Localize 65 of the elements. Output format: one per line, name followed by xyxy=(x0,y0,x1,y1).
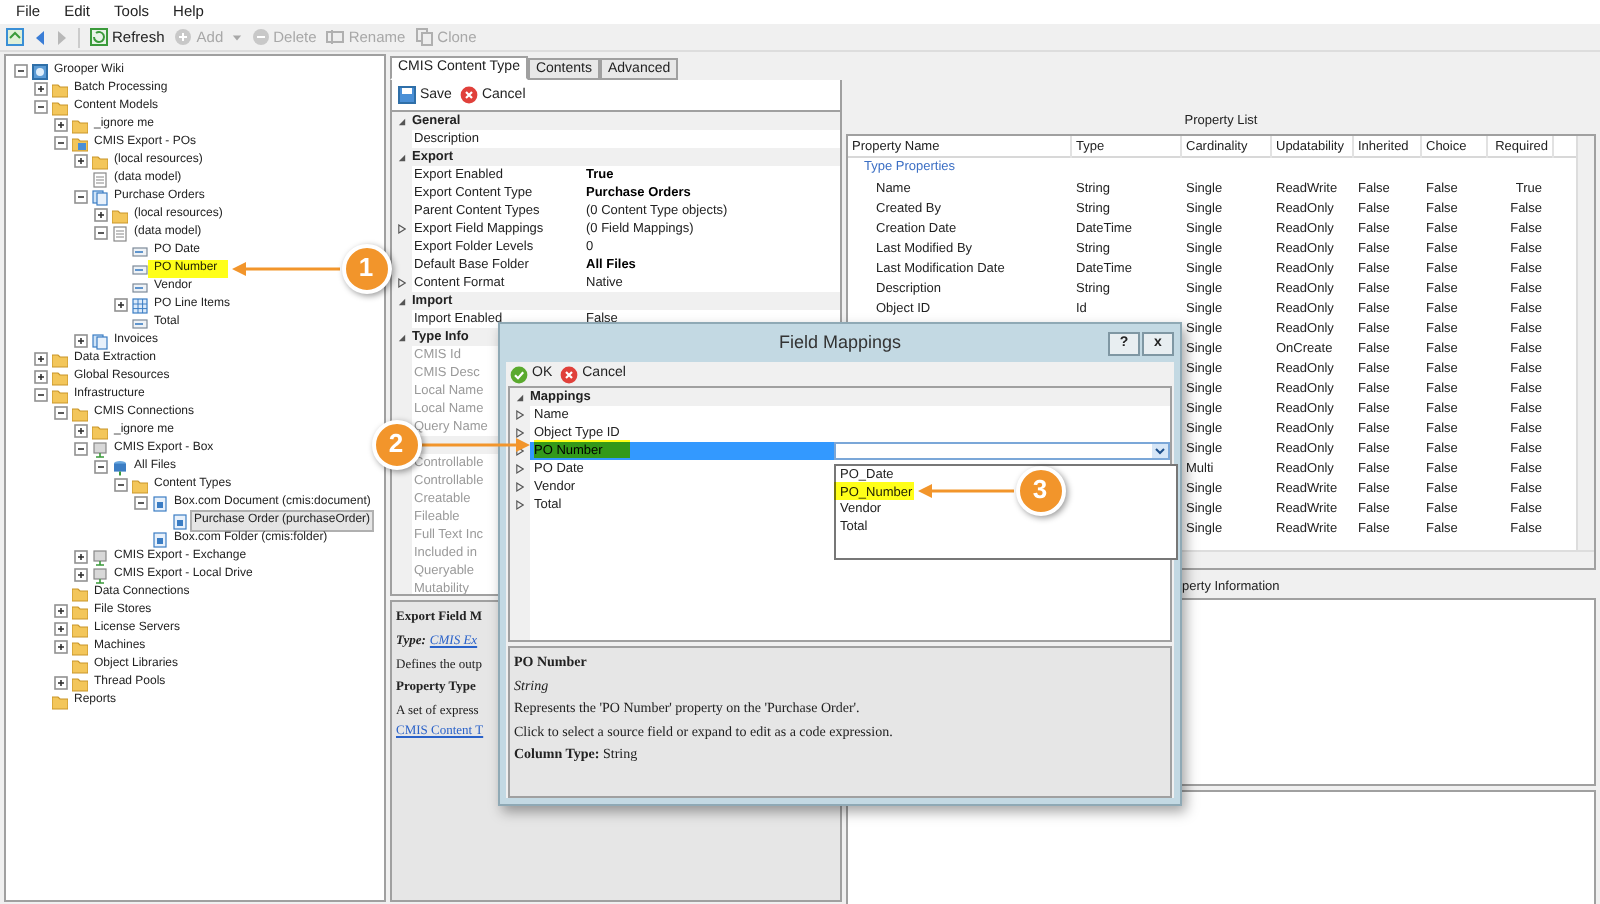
expand-icon[interactable] xyxy=(74,550,88,564)
caret-icon[interactable] xyxy=(1152,444,1168,458)
expand-icon[interactable] xyxy=(54,676,68,690)
source-field-dropdown[interactable] xyxy=(834,442,1170,460)
expand-icon[interactable] xyxy=(114,298,128,312)
folder-icon xyxy=(112,207,128,223)
collapse-icon[interactable] xyxy=(34,100,48,114)
collapse-icon[interactable] xyxy=(398,117,406,125)
server-icon xyxy=(92,441,108,457)
field-icon xyxy=(132,315,148,331)
vertical-scrollbar[interactable] xyxy=(1576,136,1594,550)
collapse-icon[interactable] xyxy=(94,460,108,474)
expand-icon[interactable] xyxy=(74,424,88,438)
expand-icon[interactable] xyxy=(54,604,68,618)
callout-arrow xyxy=(918,483,1014,497)
collapse-icon[interactable] xyxy=(34,388,48,402)
caret-icon xyxy=(231,33,242,41)
collapse-icon[interactable] xyxy=(516,393,524,401)
expand-icon[interactable] xyxy=(54,640,68,654)
collapse-icon[interactable] xyxy=(54,136,68,150)
save-icon xyxy=(398,86,416,104)
rename-icon xyxy=(326,28,345,46)
expand-icon[interactable] xyxy=(34,352,48,366)
cancel-icon xyxy=(459,86,478,104)
add-icon xyxy=(174,28,193,46)
back-icon[interactable] xyxy=(34,29,46,45)
highlight-marker xyxy=(834,482,914,500)
refresh-icon xyxy=(90,28,108,46)
callout-arrow xyxy=(422,437,530,451)
home-icon[interactable] xyxy=(6,28,24,46)
globe-icon xyxy=(32,63,48,79)
highlight-marker xyxy=(534,440,630,458)
folder-icon xyxy=(92,153,108,169)
collapse-icon[interactable] xyxy=(94,226,108,240)
collapse-icon[interactable] xyxy=(134,496,148,510)
collapse-icon[interactable] xyxy=(398,153,406,161)
expand-icon[interactable] xyxy=(34,370,48,384)
document-icon xyxy=(112,225,128,241)
collapse-icon[interactable] xyxy=(114,478,128,492)
folder-icon xyxy=(132,477,148,493)
collapse-icon[interactable] xyxy=(74,442,88,456)
collapse-icon[interactable] xyxy=(54,406,68,420)
copy-icon xyxy=(415,28,434,46)
expand-icon[interactable] xyxy=(398,224,406,234)
highlight-marker xyxy=(148,260,228,278)
collapse-icon[interactable] xyxy=(14,64,28,78)
delete-icon xyxy=(251,28,270,46)
collapse-icon[interactable] xyxy=(74,190,88,204)
document-icon xyxy=(92,333,108,349)
expand-icon[interactable] xyxy=(94,208,108,222)
collapse-icon[interactable] xyxy=(398,333,406,341)
check-icon xyxy=(510,365,528,383)
expand-icon[interactable] xyxy=(74,334,88,348)
expand-icon[interactable] xyxy=(54,118,68,132)
database-icon xyxy=(112,459,128,475)
collapse-icon[interactable] xyxy=(398,297,406,305)
table-icon xyxy=(132,297,148,313)
cancel-icon xyxy=(560,365,579,383)
expand-icon[interactable] xyxy=(74,568,88,582)
expand-icon[interactable] xyxy=(74,154,88,168)
callout-arrow xyxy=(232,261,340,275)
expand-icon[interactable] xyxy=(54,622,68,636)
dialog-title: Field Mappings xyxy=(778,329,902,356)
expand-icon[interactable] xyxy=(398,278,406,288)
expand-icon[interactable] xyxy=(34,82,48,96)
